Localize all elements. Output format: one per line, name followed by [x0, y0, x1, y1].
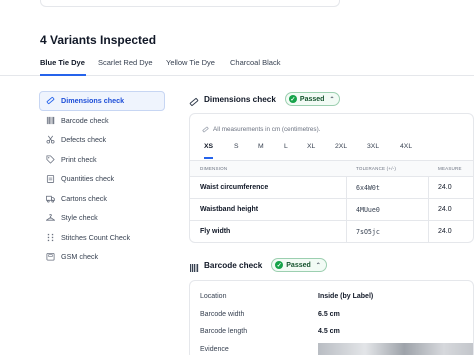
tab-charcoal-black[interactable]: Charcoal Black: [230, 57, 280, 76]
table-row: Waistband height 4MUue0 24.0: [190, 199, 473, 221]
sidebar-item-label: GSM check: [61, 252, 99, 262]
sidebar-item-quantities[interactable]: Quantities check: [39, 169, 165, 189]
sidebar-item-stitches-count[interactable]: Stitches Count Check: [39, 228, 165, 248]
status-badge[interactable]: ✓ Passed ⌃: [271, 258, 327, 272]
barcode-card: Location Inside (by Label) Barcode width…: [189, 280, 474, 355]
tag-icon: [46, 155, 55, 164]
sidebar-item-defects[interactable]: Defects check: [39, 130, 165, 150]
size-tab-l[interactable]: L: [284, 143, 288, 159]
tab-blue-tie-dye[interactable]: Blue Tie Dye: [40, 57, 86, 76]
barcode-field-value: 4.5 cm: [318, 328, 340, 335]
section-title: Barcode check: [204, 260, 263, 270]
column-header-tolerance: TOLERANCE (+/-): [356, 166, 397, 171]
size-tabs: XS S M L XL 2XL 3XL 4XL: [190, 141, 473, 160]
barcode-field-value: Inside (by Label): [318, 293, 374, 300]
status-label: Passed: [286, 261, 311, 269]
page: { "heading": "4 Variants Inspected", "va…: [0, 0, 474, 355]
dimensions-check-header: Dimensions check ✓ Passed ⌃: [189, 91, 341, 107]
status-badge[interactable]: ✓ Passed ⌃: [284, 92, 341, 106]
chevron-updown-icon: ⌃: [315, 262, 321, 269]
tolerance-value: 7sO5jc: [356, 228, 380, 236]
evidence-image[interactable]: [318, 343, 473, 355]
size-tab-2xl[interactable]: 2XL: [335, 143, 347, 159]
ruler-icon: [46, 96, 55, 105]
sidebar-item-label: Barcode check: [61, 115, 109, 125]
scale-icon: [46, 252, 55, 261]
dimension-name: Fly width: [200, 228, 231, 235]
barcode-field-label: Barcode length: [200, 328, 248, 335]
note-text: All measurements in cm (centimetres).: [213, 126, 321, 133]
sidebar-item-cartons[interactable]: Cartons check: [39, 189, 165, 209]
size-tab-m[interactable]: M: [258, 143, 264, 159]
dimensions-card: All measurements in cm (centimetres). XS…: [189, 113, 474, 243]
table-header: DIMENSION TOLERANCE (+/-) MEASURE: [190, 160, 473, 177]
size-tab-xl[interactable]: XL: [307, 143, 315, 159]
ruler-icon: [202, 126, 209, 133]
barcode-icon: [189, 260, 199, 272]
chevron-updown-icon: ⌃: [329, 96, 335, 103]
sidebar-item-barcode[interactable]: Barcode check: [39, 111, 165, 131]
ruler-icon: [189, 94, 199, 107]
sidebar-item-style[interactable]: Style check: [39, 208, 165, 228]
barcode-field-value: 6.5 cm: [318, 311, 340, 318]
sidebar-item-label: Stitches Count Check: [61, 232, 131, 242]
size-tab-s[interactable]: S: [234, 143, 239, 159]
sidebar-item-label: Cartons check: [61, 193, 107, 203]
sidebar-item-gsm[interactable]: GSM check: [39, 247, 165, 267]
barcode-field-label: Barcode width: [200, 311, 245, 318]
measure-value: 24.0: [438, 228, 452, 235]
stitch-icon: [46, 233, 55, 242]
checks-sidebar: Dimensions check Barcode check Defects c…: [39, 91, 165, 267]
size-tab-3xl[interactable]: 3XL: [367, 143, 379, 159]
table-row: Fly width 7sO5jc 24.0: [190, 221, 473, 242]
variant-tabs: Blue Tie Dye Scarlet Red Dye Yellow Tie …: [0, 57, 474, 76]
check-icon: ✓: [288, 95, 297, 103]
section-title: Dimensions check: [204, 94, 276, 104]
truck-icon: [46, 194, 55, 203]
clipboard-icon: [46, 174, 55, 184]
previous-card: [40, 0, 340, 7]
tolerance-value: 6x4W0t: [356, 184, 380, 192]
measure-value: 24.0: [438, 206, 452, 213]
page-title: 4 Variants Inspected: [40, 33, 157, 47]
hanger-icon: [46, 213, 55, 222]
sidebar-item-label: Quantities check: [61, 174, 115, 184]
measure-value: 24.0: [438, 184, 452, 191]
barcode-field-label: Location: [200, 293, 227, 300]
tolerance-value: 4MUue0: [356, 206, 380, 214]
sidebar-item-label: Dimensions check: [61, 96, 125, 106]
column-header-dimension: DIMENSION: [200, 166, 228, 171]
tab-yellow-tie-dye[interactable]: Yellow Tie Dye: [166, 57, 215, 76]
sidebar-item-label: Style check: [61, 213, 98, 223]
dimension-name: Waistband height: [200, 206, 259, 213]
table-row: Waist circumference 6x4W0t 24.0: [190, 177, 473, 199]
status-label: Passed: [299, 95, 325, 103]
sidebar-item-label: Defects check: [61, 135, 107, 145]
barcode-icon: [46, 116, 55, 125]
check-icon: ✓: [275, 261, 284, 269]
column-header-measure: MEASURE: [438, 166, 462, 171]
sidebar-item-dimensions[interactable]: Dimensions check: [39, 91, 165, 111]
barcode-check-header: Barcode check ✓ Passed ⌃: [189, 257, 327, 273]
size-tab-xs[interactable]: XS: [204, 143, 214, 159]
dimension-name: Waist circumference: [200, 184, 269, 191]
barcode-field-label: Evidence: [200, 346, 229, 353]
sidebar-item-print[interactable]: Print check: [39, 150, 165, 170]
tab-scarlet-red-dye[interactable]: Scarlet Red Dye: [98, 57, 153, 76]
sidebar-item-label: Print check: [61, 154, 97, 164]
measurement-note: All measurements in cm (centimetres).: [202, 126, 320, 133]
size-tab-4xl[interactable]: 4XL: [400, 143, 412, 159]
scissors-icon: [46, 135, 55, 144]
